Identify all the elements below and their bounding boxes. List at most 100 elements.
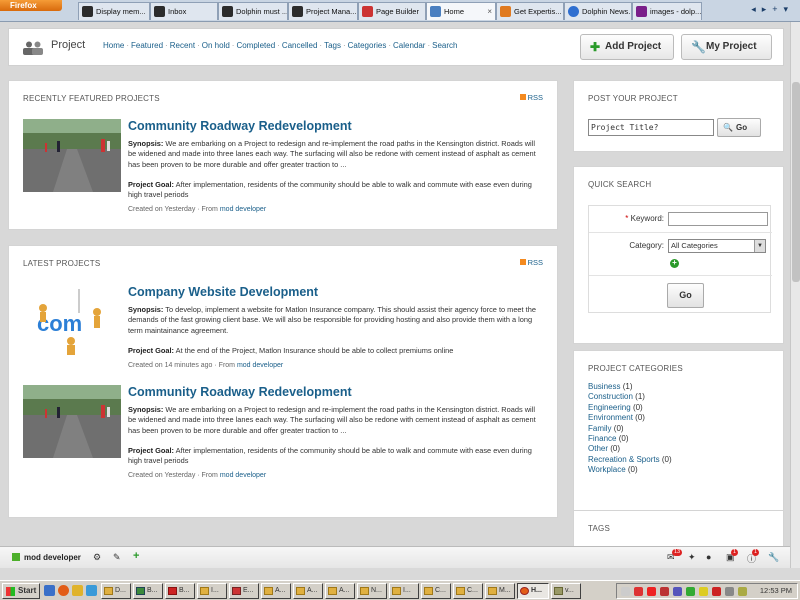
panel-title: POST YOUR PROJECT	[588, 94, 678, 103]
tray-icon[interactable]	[673, 587, 682, 596]
add-project-button[interactable]: ✚ Add Project	[580, 34, 674, 60]
my-project-button[interactable]: 🔧 My Project	[681, 34, 772, 60]
taskbar-button[interactable]: I...	[197, 583, 227, 599]
rss-link[interactable]: RSS	[519, 93, 543, 102]
nav-tags[interactable]: Tags	[324, 41, 341, 50]
wrench-icon[interactable]: 🔧	[768, 552, 779, 563]
quick-search-go-button[interactable]: Go	[667, 283, 704, 308]
nav-cancelled[interactable]: Cancelled	[282, 41, 318, 50]
tray-icon[interactable]	[712, 587, 721, 596]
tray-icon[interactable]	[621, 587, 630, 596]
taskbar-button[interactable]: B...	[133, 583, 163, 599]
post-go-button[interactable]: 🔍 Go	[717, 118, 761, 137]
taskbar-button[interactable]: A...	[293, 583, 323, 599]
project-categories-panel: PROJECT CATEGORIES Business (1) Construc…	[573, 350, 784, 518]
taskbar-button[interactable]: A...	[325, 583, 355, 599]
taskbar-button[interactable]: N...	[357, 583, 387, 599]
project-title-link[interactable]: Company Website Development	[128, 285, 318, 299]
add-icon[interactable]: +	[133, 550, 139, 562]
gear-icon[interactable]: ⚙	[93, 552, 101, 563]
category-link[interactable]: Family	[588, 424, 612, 433]
nav-calendar[interactable]: Calendar	[393, 41, 425, 50]
category-link[interactable]: Environment	[588, 413, 633, 422]
taskbar-button[interactable]: E...	[229, 583, 259, 599]
nav-completed[interactable]: Completed	[236, 41, 275, 50]
tray-icon[interactable]	[738, 587, 747, 596]
browser-tab[interactable]: Display mem...	[78, 2, 150, 20]
browser-tab-active[interactable]: Home ×	[426, 2, 496, 20]
category-link[interactable]: Workplace	[588, 465, 626, 474]
close-tab-icon[interactable]: ×	[487, 3, 492, 20]
rss-link[interactable]: RSS	[519, 258, 543, 267]
nav-featured[interactable]: Featured	[131, 41, 163, 50]
category-link[interactable]: Construction	[588, 392, 633, 401]
tray-icon[interactable]	[660, 587, 669, 596]
taskbar-button[interactable]: A...	[261, 583, 291, 599]
edit-icon[interactable]: ✎	[113, 552, 121, 563]
quicklaunch-icon[interactable]	[72, 585, 83, 596]
scrollbar-thumb[interactable]	[792, 82, 800, 282]
mail-icon[interactable]: ✉ 13	[667, 549, 683, 563]
tray-icon[interactable]	[686, 587, 695, 596]
firefox-icon[interactable]	[58, 585, 69, 596]
keyword-input[interactable]	[668, 212, 768, 226]
nav-categories[interactable]: Categories	[348, 41, 387, 50]
start-button[interactable]: Start	[2, 583, 40, 599]
quicklaunch-icon[interactable]	[86, 585, 97, 596]
browser-tab[interactable]: Get Expertis...	[496, 2, 564, 20]
project-title-link[interactable]: Community Roadway Redevelopment	[128, 119, 352, 133]
taskbar-button[interactable]: v...	[551, 583, 581, 599]
goal-label: Project Goal:	[128, 180, 174, 189]
tray-icon[interactable]	[634, 587, 643, 596]
category-link[interactable]: Other	[588, 444, 608, 453]
project-thumbnail[interactable]	[23, 119, 121, 192]
user-menu[interactable]: mod developer	[12, 553, 81, 562]
bird-icon[interactable]: ✦	[688, 552, 696, 563]
tab-controls[interactable]: ◂▸+▾	[751, 4, 794, 15]
browser-tab[interactable]: Dolphin must ...	[218, 2, 288, 20]
browser-tab[interactable]: Project Mana...	[288, 2, 358, 20]
browser-tab[interactable]: Dolphin News...	[564, 2, 632, 20]
taskbar-button-active[interactable]: H...	[517, 583, 549, 599]
panel-title: LATEST PROJECTS	[23, 259, 101, 268]
nav-recent[interactable]: Recent	[170, 41, 195, 50]
author-link[interactable]: mod developer	[220, 206, 266, 213]
nav-on-hold[interactable]: On hold	[202, 41, 230, 50]
info-icon[interactable]: ⓘ 1	[747, 549, 760, 565]
browser-tab[interactable]: images - dolp...	[632, 2, 702, 20]
project-title-input[interactable]: Project Title?	[588, 119, 714, 136]
category-select[interactable]: All Categories ▼	[668, 239, 766, 253]
speaker-icon[interactable]	[725, 587, 734, 596]
taskbar-button[interactable]: C...	[421, 583, 451, 599]
tray-icon[interactable]	[647, 587, 656, 596]
nav-search[interactable]: Search	[432, 41, 457, 50]
category-link[interactable]: Finance	[588, 434, 616, 443]
project-thumbnail[interactable]: com	[23, 285, 121, 358]
taskbar-button[interactable]: I...	[389, 583, 419, 599]
project-item: Community Roadway Redevelopment Synopsis…	[23, 119, 543, 224]
author-link[interactable]: mod developer	[220, 472, 266, 479]
project-thumbnail[interactable]	[23, 385, 121, 458]
project-title-link[interactable]: Community Roadway Redevelopment	[128, 385, 352, 399]
taskbar-button[interactable]: B...	[165, 583, 195, 599]
tray-icon[interactable]	[699, 587, 708, 596]
cart-icon[interactable]: ▣ 1	[726, 549, 739, 563]
person-icon[interactable]: ●	[706, 552, 711, 562]
firefox-menu-button[interactable]: Firefox	[0, 0, 62, 11]
nav-home[interactable]: Home	[103, 41, 124, 50]
category-link[interactable]: Engineering	[588, 403, 631, 412]
taskbar-button[interactable]: D...	[101, 583, 131, 599]
add-category-icon[interactable]: +	[670, 259, 679, 268]
page-scrollbar[interactable]	[790, 22, 800, 568]
category-link[interactable]: Business	[588, 382, 620, 391]
panel-title: TAGS	[588, 524, 610, 533]
browser-tab[interactable]: Inbox	[150, 2, 218, 20]
quicklaunch-icon[interactable]	[44, 585, 55, 596]
taskbar-button[interactable]: M...	[485, 583, 515, 599]
taskbar-button[interactable]: C...	[453, 583, 483, 599]
search-icon: 🔍	[723, 123, 733, 132]
author-link[interactable]: mod developer	[237, 362, 283, 369]
project-meta: Created on 14 minutes ago · From mod dev…	[128, 362, 283, 369]
browser-tab[interactable]: Page Builder	[358, 2, 426, 20]
category-link[interactable]: Recreation & Sports	[588, 455, 660, 464]
